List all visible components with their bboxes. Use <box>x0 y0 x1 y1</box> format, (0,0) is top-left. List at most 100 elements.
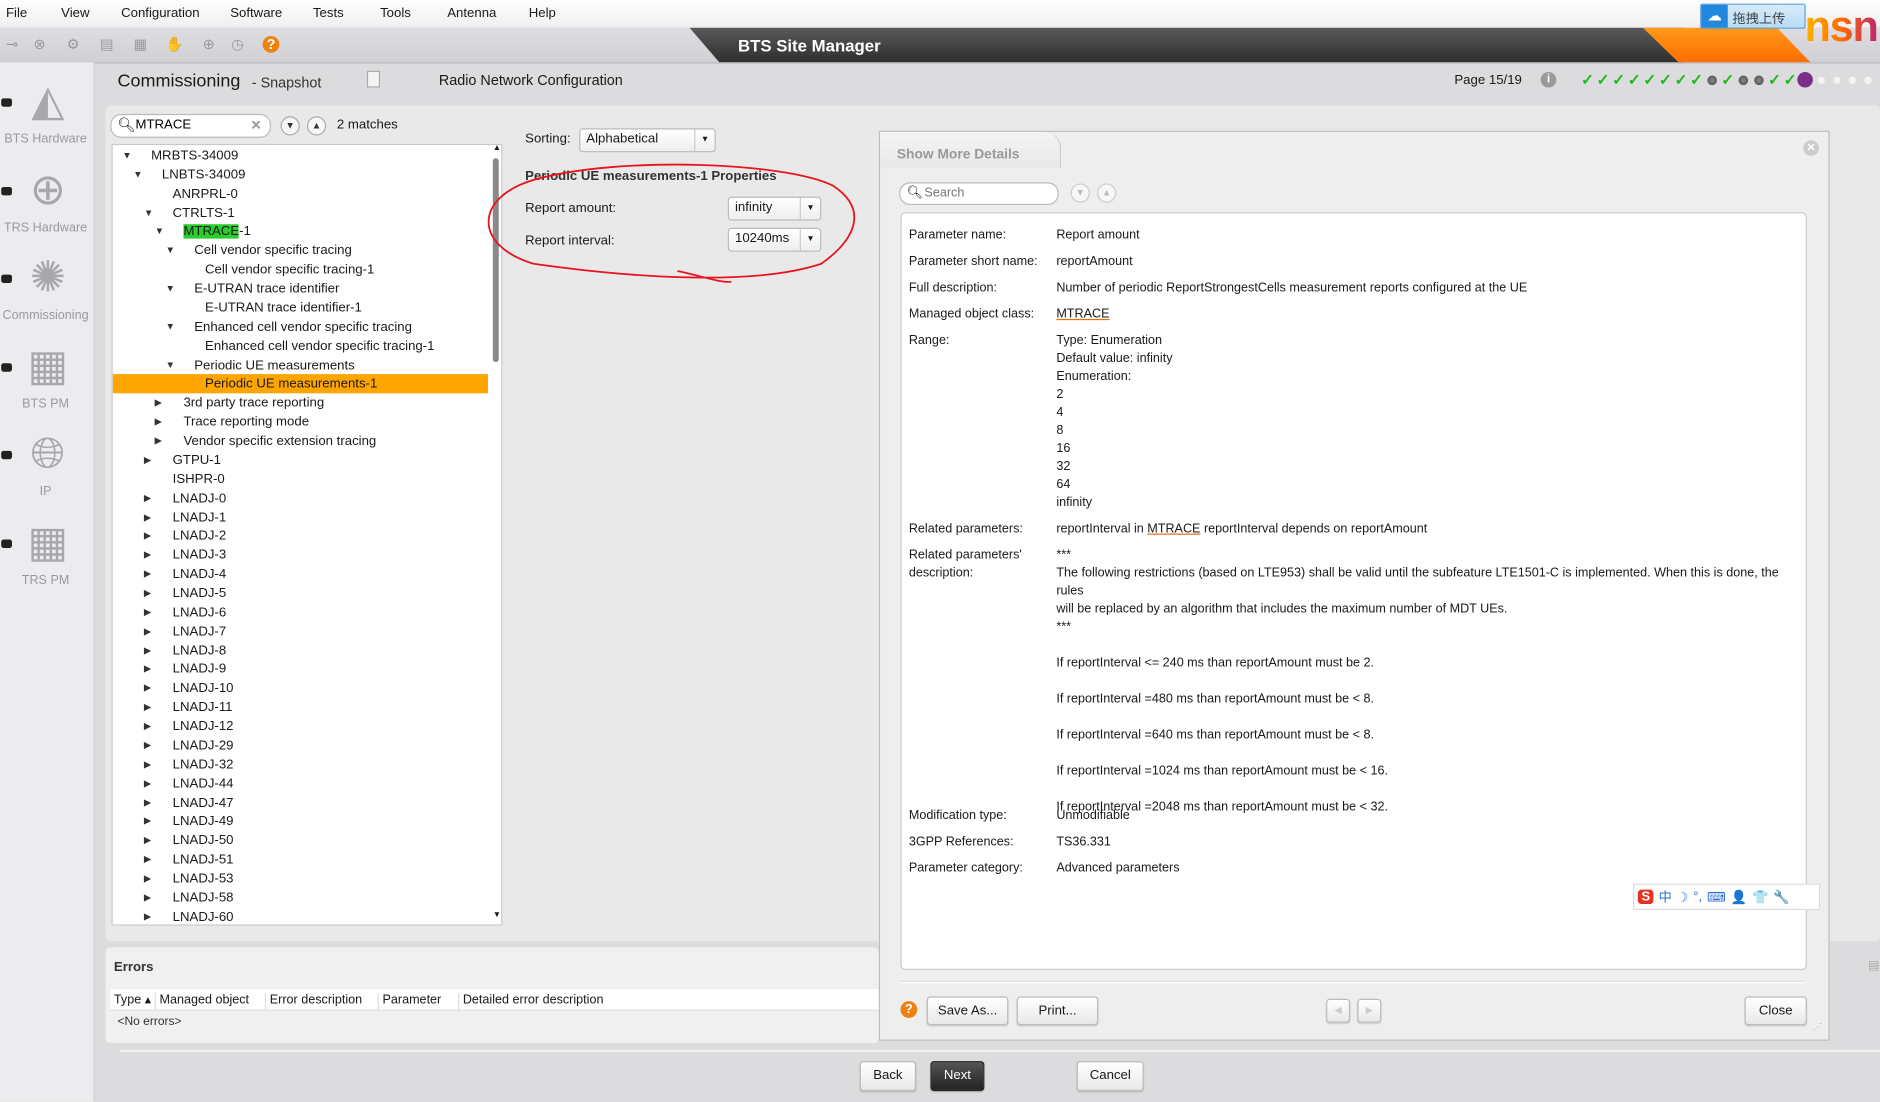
step-done-icon[interactable]: ✓ <box>1596 71 1610 89</box>
details-search-input[interactable] <box>924 185 1045 201</box>
step-todo-icon[interactable] <box>1845 72 1859 89</box>
collapse-arrow-icon[interactable]: ▶ <box>155 432 162 451</box>
sidebar-item-bts-pm[interactable]: ▦ BTS PM <box>0 339 94 423</box>
help-icon[interactable]: ? <box>900 1001 918 1018</box>
collapse-arrow-icon[interactable]: ▶ <box>144 888 151 907</box>
collapse-arrow-icon[interactable]: ▶ <box>155 413 162 432</box>
column-parameter[interactable]: Parameter <box>377 992 441 1010</box>
collapse-arrow-icon[interactable]: ▶ <box>144 679 151 698</box>
punctuation-icon[interactable]: °, <box>1693 890 1702 904</box>
step-todo-icon[interactable] <box>1861 72 1875 89</box>
tree-item[interactable]: ▼ Periodic UE measurements <box>113 356 488 375</box>
collapse-arrow-icon[interactable]: ▶ <box>144 622 151 641</box>
collapse-arrow-icon[interactable]: ▶ <box>144 717 151 736</box>
column-error-description[interactable]: Error description <box>264 992 362 1010</box>
sorting-select[interactable]: Alphabetical ▼ <box>579 128 716 153</box>
menu-tests[interactable]: Tests <box>313 6 344 20</box>
column-managed-object[interactable]: Managed object <box>154 992 249 1010</box>
tree-item[interactable]: ▶ LNADJ-51 <box>113 850 488 869</box>
collapse-arrow-icon[interactable]: ▶ <box>144 508 151 527</box>
step-todo-icon[interactable] <box>1814 72 1828 89</box>
step-done-icon[interactable]: ✓ <box>1783 71 1797 89</box>
tree-item[interactable]: ▶ Trace reporting mode <box>113 413 488 432</box>
tree-item[interactable]: ▶ LNADJ-8 <box>113 641 488 660</box>
tree-item[interactable]: ▼ Enhanced cell vendor specific tracing <box>113 318 488 337</box>
tree-item[interactable]: ▼ LNBTS-34009 <box>113 165 488 184</box>
tree-item[interactable]: ▶ LNADJ-12 <box>113 717 488 736</box>
reset-icon[interactable]: ✋ <box>165 36 183 53</box>
tree-item[interactable]: ▼ MRBTS-34009 <box>113 146 488 165</box>
step-done-icon[interactable]: ✓ <box>1689 71 1703 89</box>
close-button[interactable]: Close <box>1744 996 1807 1026</box>
collapse-arrow-icon[interactable]: ▶ <box>144 451 151 470</box>
step-skip-icon[interactable] <box>1705 72 1719 89</box>
collapse-arrow-icon[interactable]: ▶ <box>144 907 151 924</box>
step-done-icon[interactable]: ✓ <box>1721 71 1735 89</box>
menu-software[interactable]: Software <box>230 6 282 20</box>
previous-page-button[interactable]: ◀ <box>1326 998 1351 1023</box>
collapse-arrow-icon[interactable]: ▶ <box>144 869 151 888</box>
step-skip-icon[interactable] <box>1752 72 1766 89</box>
tree-item[interactable]: Cell vendor specific tracing-1 <box>113 260 488 279</box>
search-input[interactable] <box>135 117 244 132</box>
tree-item[interactable]: ▶ LNADJ-7 <box>113 622 488 641</box>
connect-icon[interactable]: ⊸ <box>4 36 21 53</box>
moon-icon[interactable]: ☽ <box>1677 889 1689 904</box>
sidebar-item-ip[interactable]: 🌐︎ IP <box>0 427 94 511</box>
tree-item[interactable]: ▶ LNADJ-50 <box>113 831 488 850</box>
commission-icon[interactable]: ▤ <box>98 36 115 53</box>
collapse-arrow-icon[interactable]: ▶ <box>155 394 162 413</box>
collapse-arrow-icon[interactable]: ▶ <box>144 660 151 679</box>
step-done-icon[interactable]: ✓ <box>1611 71 1625 89</box>
tree-item[interactable]: ▶ LNADJ-47 <box>113 793 488 812</box>
tree-item[interactable]: ▶ LNADJ-6 <box>113 603 488 622</box>
collapse-arrow-icon[interactable]: ▶ <box>144 584 151 603</box>
collapse-arrow-icon[interactable]: ▶ <box>144 755 151 774</box>
menu-configuration[interactable]: Configuration <box>121 6 199 20</box>
tree-item[interactable]: ▶ LNADJ-53 <box>113 869 488 888</box>
menu-view[interactable]: View <box>61 6 89 20</box>
site-info-icon[interactable]: ⊕ <box>200 36 217 53</box>
sidebar-item-commissioning[interactable]: ✺ Commissioning <box>0 251 94 335</box>
skin-icon[interactable]: 👕 <box>1752 889 1768 904</box>
settings-info-icon[interactable]: ⚙ <box>65 36 82 53</box>
help-icon[interactable]: ? <box>262 35 280 53</box>
collapse-arrow-icon[interactable]: ▶ <box>144 527 151 546</box>
upload-button[interactable]: ☁ 拖拽上传 <box>1700 3 1806 29</box>
step-skip-icon[interactable] <box>1736 72 1750 89</box>
collapse-arrow-icon[interactable]: ▶ <box>144 850 151 869</box>
mtrace-link[interactable]: MTRACE <box>1056 307 1109 321</box>
step-done-icon[interactable]: ✓ <box>1580 71 1594 89</box>
collapse-arrow-icon[interactable]: ▶ <box>144 812 151 831</box>
print-button[interactable]: Print... <box>1016 996 1099 1026</box>
expand-arrow-icon[interactable]: ▼ <box>165 318 174 337</box>
tree-item[interactable]: ANRPRL-0 <box>113 184 488 203</box>
expand-arrow-icon[interactable]: ▼ <box>144 203 153 222</box>
tree-item[interactable]: ▶ LNADJ-4 <box>113 565 488 584</box>
previous-match-button[interactable]: ▲ <box>1097 183 1117 203</box>
tree-item[interactable]: ▶ Vendor specific extension tracing <box>113 432 488 451</box>
tree-item[interactable]: ▶ LNADJ-9 <box>113 660 488 679</box>
tree-item[interactable]: ▶ LNADJ-29 <box>113 736 488 755</box>
expand-arrow-icon[interactable]: ▼ <box>133 165 142 184</box>
collapse-arrow-icon[interactable]: ▶ <box>144 793 151 812</box>
tree-item[interactable]: ▶ LNADJ-49 <box>113 812 488 831</box>
tree-item[interactable]: ▶ LNADJ-32 <box>113 755 488 774</box>
step-done-icon[interactable]: ✓ <box>1767 71 1781 89</box>
previous-match-button[interactable]: ▲ <box>306 116 327 136</box>
tree-item[interactable]: ▼ E-UTRAN trace identifier <box>113 279 488 298</box>
tree-item[interactable]: ▼ CTRLTS-1 <box>113 203 488 222</box>
menu-antenna[interactable]: Antenna <box>447 6 496 20</box>
collapse-arrow-icon[interactable]: ▶ <box>144 489 151 508</box>
tree-item[interactable]: ▶ LNADJ-3 <box>113 546 488 565</box>
tree-item[interactable]: ▶ 3rd party trace reporting <box>113 394 488 413</box>
tree-item[interactable]: ▶ LNADJ-58 <box>113 888 488 907</box>
tree-item[interactable]: ▼ Cell vendor specific tracing <box>113 241 488 260</box>
tree-item[interactable]: ▶ LNADJ-44 <box>113 774 488 793</box>
clear-icon[interactable]: ✕ <box>251 118 262 133</box>
tree-item[interactable]: ▶ LNADJ-1 <box>113 508 488 527</box>
tree-item[interactable]: Enhanced cell vendor specific tracing-1 <box>113 337 488 356</box>
resize-grip-icon[interactable]: ⋰ <box>1813 1022 1823 1033</box>
tree-item[interactable]: ▶ LNADJ-5 <box>113 584 488 603</box>
next-match-button[interactable]: ▼ <box>280 116 300 136</box>
